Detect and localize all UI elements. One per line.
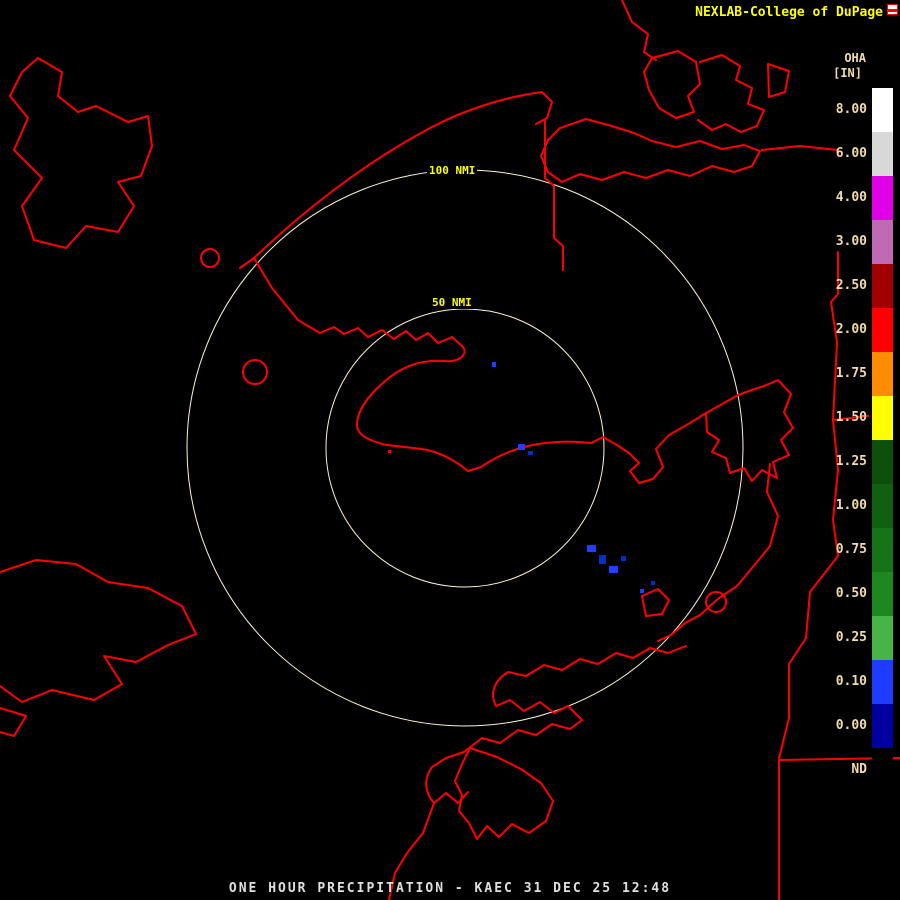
colorbar-band [872,352,893,396]
colorbar-band [872,308,893,352]
precip-cell [587,545,596,552]
coastline-path [0,560,196,702]
colorbar-band [872,528,893,572]
colorbar-band [872,748,893,792]
colorbar-band-label: 3.00 [821,234,867,249]
island-outline [644,51,700,118]
colorbar-band [872,704,893,748]
product-code-label: OHA [826,51,866,65]
precip-cell [640,589,644,593]
colorbar-band-label: 1.50 [821,410,867,425]
coastline-path [426,646,686,803]
island-outline [201,249,219,267]
colorbar-band-label: 8.00 [821,102,867,117]
colorbar-band-label: 1.75 [821,366,867,381]
coastline-path [254,258,764,483]
product-caption: ONE HOUR PRECIPITATION - KAEC 31 DEC 25 … [0,881,900,896]
colorbar-band-label: 0.50 [821,586,867,601]
map-outlines [0,0,900,900]
colorbar-band-label: 0.25 [821,630,867,645]
coastline-path [622,0,656,60]
island-outline [243,360,267,384]
colorbar-band-label: 2.00 [821,322,867,337]
island-outline [541,119,760,182]
colorbar-band [872,616,893,660]
colorbar-band-label: 0.00 [821,718,867,733]
precip-cell [518,444,525,450]
boundary-line [779,252,838,900]
colorbar-band [872,396,893,440]
colorbar-bands [872,88,893,792]
precip-cell [492,362,496,367]
range-ring-100 [187,170,743,726]
coastline-path [10,58,152,248]
colorbar-band-label: 0.75 [821,542,867,557]
colorbar-band [872,264,893,308]
colorbar-band-label: 0.10 [821,674,867,689]
precip-cell [621,556,626,561]
colorbar-band-label: 2.50 [821,278,867,293]
colorbar-band [872,484,893,528]
colorbar-band [872,88,893,132]
range-ring-100-label: 100 NMI [427,164,477,177]
colorbar-band-label: 1.00 [821,498,867,513]
station-flag-icon [887,4,898,15]
colorbar-band [872,176,893,220]
range-rings [187,170,743,726]
island-outline [768,64,789,97]
coastline-path [240,92,552,268]
colorbar-band [872,572,893,616]
precip-cell [609,566,618,573]
coastline-path [658,464,778,641]
colorbar-band [872,132,893,176]
colorbar-band-label: 4.00 [821,190,867,205]
colorbar-band-label: 6.00 [821,146,867,161]
precip-cell [651,581,655,585]
coastline-path [706,380,793,481]
colorbar-band [872,660,893,704]
precip-cells [492,362,655,593]
map-overlay [0,0,900,900]
colorbar-band-label: ND [821,762,867,777]
radar-display: NEXLAB-College of DuPage OHA [IN] 50 NMI… [0,0,900,900]
precip-cell [528,451,533,455]
units-label: [IN] [822,66,862,80]
coastline-path [0,708,26,736]
colorbar-band [872,440,893,484]
island-outline [455,748,553,839]
colorbar-band-label: 1.25 [821,454,867,469]
brand-title: NEXLAB-College of DuPage [695,5,883,20]
island-outline [642,589,669,616]
precip-cell [599,555,606,564]
map-speck [388,450,391,453]
coastline-path [698,55,764,132]
colorbar-band [872,220,893,264]
range-ring-50-label: 50 NMI [430,296,474,309]
